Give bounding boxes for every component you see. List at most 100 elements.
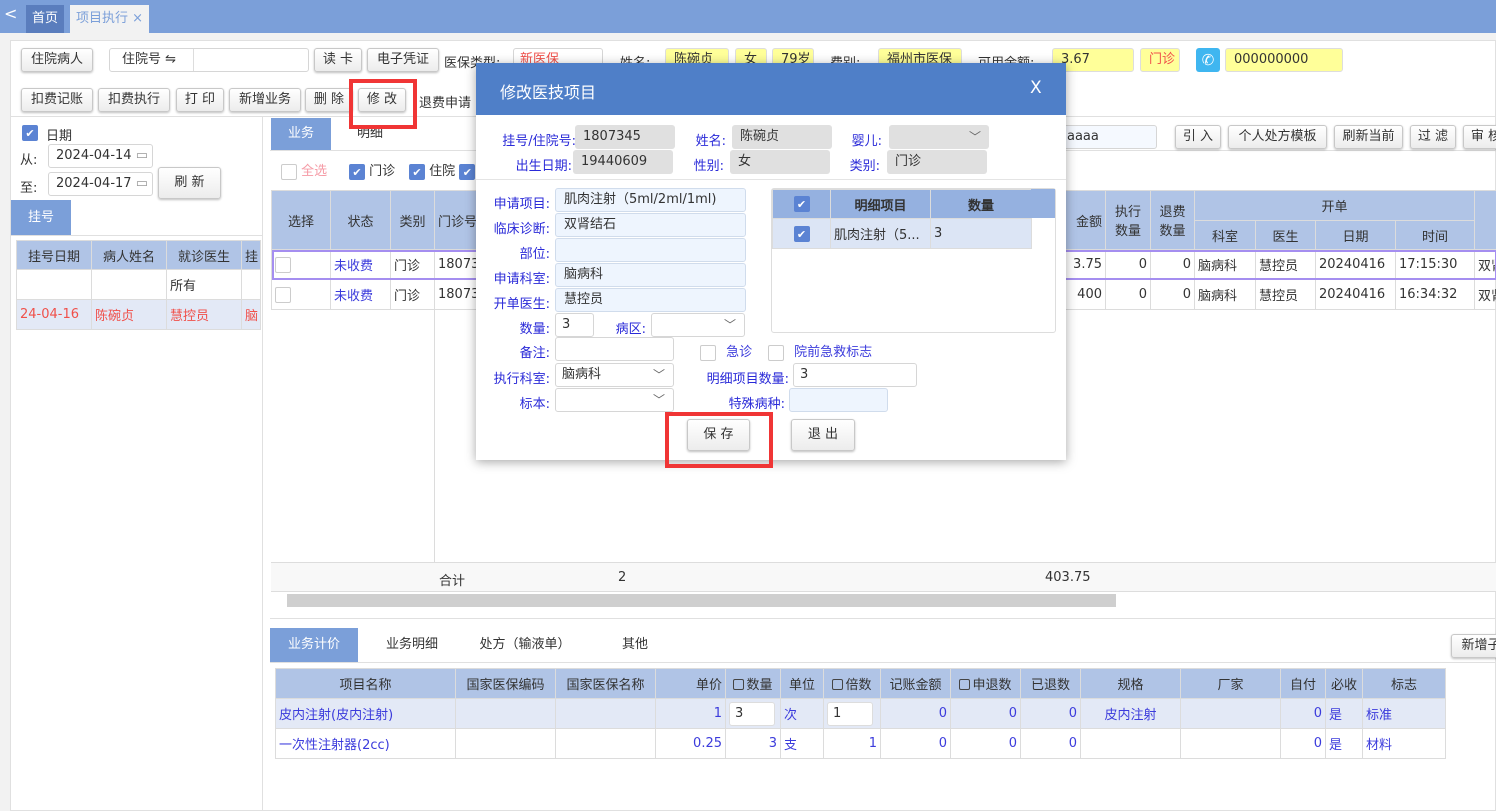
quantity-input[interactable]: 3 <box>729 701 775 726</box>
row-checkbox[interactable] <box>271 279 331 310</box>
col-reg-date[interactable]: 挂号日期 <box>16 240 92 270</box>
charge-execute-button[interactable]: 扣费执行 <box>98 88 170 112</box>
read-card-button[interactable]: 读 卡 <box>314 48 362 72</box>
col-detail-item[interactable]: 明细项目 <box>830 189 931 219</box>
site-input[interactable] <box>555 238 746 262</box>
refund-request-button[interactable]: 退费申请 <box>419 92 471 111</box>
quantity-cell[interactable]: 3 <box>725 698 781 729</box>
tab-business-pricing[interactable]: 业务计价 <box>270 628 358 662</box>
row-checkbox[interactable] <box>271 249 331 280</box>
quantity-input[interactable]: 3 <box>555 313 594 337</box>
specimen-select[interactable]: ﹀ <box>555 388 674 412</box>
close-icon[interactable]: X <box>1030 78 1042 98</box>
exit-button[interactable]: 退 出 <box>791 419 855 451</box>
col-nhsa-code[interactable]: 国家医保编码 <box>455 668 556 699</box>
tab-other[interactable]: 其他 <box>610 628 660 662</box>
col-quantity[interactable]: 数量 <box>725 668 781 699</box>
tab-project-exec[interactable]: 项目执行 × <box>70 5 150 33</box>
col-select[interactable]: 选择 <box>271 190 331 250</box>
calendar-icon[interactable]: ▭ <box>136 176 148 191</box>
tab-business[interactable]: 业务 <box>271 118 331 150</box>
col-refund-request[interactable]: 申退数 <box>950 668 1021 699</box>
col-unit-price[interactable]: 单价 <box>655 668 726 699</box>
new-business-button[interactable]: 新增业务 <box>229 88 301 112</box>
select-all-checkbox[interactable]: 全选 <box>281 160 327 180</box>
ward-select[interactable]: ﹀ <box>651 313 745 337</box>
special-disease-input[interactable] <box>789 388 888 412</box>
tab-prescription[interactable]: 处方（输液单） <box>470 628 580 662</box>
to-date-input[interactable]: 2024-04-17 ▭ <box>48 172 153 196</box>
col-multiplier[interactable]: 倍数 <box>823 668 881 699</box>
emergency-checkbox[interactable]: 急诊 <box>700 341 752 361</box>
col-time[interactable]: 时间 <box>1394 220 1476 250</box>
col-reg[interactable]: 挂 <box>241 240 261 270</box>
item-value[interactable]: 肌肉注射（5ml/2ml/1ml) <box>555 188 746 212</box>
note-input[interactable] <box>555 337 674 361</box>
divider[interactable] <box>270 618 1496 619</box>
inpatient-button[interactable]: 住院病人 <box>21 48 93 72</box>
col-type[interactable]: 类别 <box>390 190 435 250</box>
baby-select[interactable]: ﹀ <box>889 125 989 149</box>
table-row[interactable]: 24-04-16 陈碗贞 慧控员脑 <box>16 299 261 330</box>
apply-dept-value[interactable]: 脑病科 <box>555 263 746 287</box>
table-row[interactable]: 一次性注射器(2cc) 0.25 3 支 1 0 0 0 0 是材料 <box>275 728 1446 759</box>
multiplier-input[interactable]: 1 <box>827 701 873 726</box>
prehospital-checkbox[interactable]: 院前急救标志 <box>768 341 872 361</box>
col-nhsa-name[interactable]: 国家医保名称 <box>555 668 656 699</box>
col-doctor[interactable]: 就诊医生 <box>166 240 242 270</box>
splitter[interactable] <box>262 117 263 811</box>
col-item-name[interactable]: 项目名称 <box>275 668 456 699</box>
calendar-icon[interactable]: ▭ <box>136 148 148 163</box>
table-row[interactable]: 皮内注射(皮内注射) 1 3 次 1 0 0 0 皮内注射 0 是标准 <box>275 698 1446 729</box>
date-checkbox[interactable]: ✔ <box>22 125 38 141</box>
charge-account-button[interactable]: 扣费记账 <box>21 88 93 112</box>
detail-qty-input[interactable]: 3 <box>793 363 917 387</box>
col-unit[interactable]: 单位 <box>780 668 824 699</box>
col-spec[interactable]: 规格 <box>1080 668 1181 699</box>
refresh-button[interactable]: 刷 新 <box>158 167 221 199</box>
col-exec-qty[interactable]: 执行数量 <box>1105 190 1151 250</box>
delete-button[interactable]: 删 除 <box>305 88 353 112</box>
personal-template-button[interactable]: 个人处方模板 <box>1228 125 1327 149</box>
col-refunded[interactable]: 已退数 <box>1020 668 1081 699</box>
filter-row[interactable]: 所有 <box>16 269 261 300</box>
col-flag[interactable]: 标志 <box>1362 668 1446 699</box>
col-date[interactable]: 日期 <box>1315 220 1396 250</box>
col-dept[interactable]: 科室 <box>1194 220 1256 250</box>
col-self-pay[interactable]: 自付 <box>1280 668 1326 699</box>
col-doctor[interactable]: 医生 <box>1255 220 1316 250</box>
tab-business-detail[interactable]: 业务明细 <box>370 628 454 662</box>
col-manufacturer[interactable]: 厂家 <box>1180 668 1281 699</box>
e-voucher-button[interactable]: 电子凭证 <box>367 48 439 72</box>
filter-button[interactable]: 过 滤 <box>1410 125 1456 149</box>
admission-no-input[interactable]: 住院号 ⇋ <box>109 48 309 72</box>
audit-button[interactable]: 审 核 <box>1463 125 1496 149</box>
search-input[interactable]: aaaa <box>1060 125 1157 149</box>
tab-home[interactable]: 首页 <box>26 5 65 33</box>
col-detail-qty[interactable]: 数量 <box>930 189 1032 219</box>
row-checkbox[interactable]: ✔ <box>772 218 831 249</box>
exec-dept-select[interactable]: 脑病科 ﹀ <box>555 363 674 387</box>
refresh-current-button[interactable]: 刷新当前 <box>1334 125 1403 149</box>
from-date-input[interactable]: 2024-04-14 ▭ <box>48 144 153 168</box>
import-button[interactable]: 引 入 <box>1175 125 1221 149</box>
close-icon[interactable]: × <box>132 11 143 26</box>
diagnosis-value[interactable]: 双肾结石 <box>555 213 746 237</box>
doctor-value[interactable]: 慧控员 <box>555 288 746 312</box>
col-charge-amount[interactable]: 记账金额 <box>880 668 951 699</box>
print-button[interactable]: 打 印 <box>176 88 224 112</box>
col-refund-qty[interactable]: 退费数量 <box>1150 190 1195 250</box>
horizontal-scrollbar[interactable] <box>287 594 1116 607</box>
col-required[interactable]: 必收 <box>1325 668 1363 699</box>
back-icon[interactable]: < <box>4 4 17 23</box>
col-patient-name[interactable]: 病人姓名 <box>91 240 167 270</box>
admission-no-label[interactable]: 住院号 ⇋ <box>110 49 194 71</box>
outpatient-checkbox[interactable]: ✔ 门诊 <box>349 160 395 180</box>
select-all-checkbox[interactable]: ✔ <box>772 189 831 219</box>
inpatient-checkbox[interactable]: ✔ 住院 ✔ <box>409 160 476 180</box>
add-sub-button[interactable]: 新增子 <box>1451 634 1496 658</box>
tab-registration[interactable]: 挂号 <box>11 200 71 235</box>
table-row[interactable]: ✔ 肌肉注射（5... 3 <box>772 218 1032 249</box>
col-status[interactable]: 状态 <box>330 190 391 250</box>
multiplier-cell[interactable]: 1 <box>823 698 881 729</box>
